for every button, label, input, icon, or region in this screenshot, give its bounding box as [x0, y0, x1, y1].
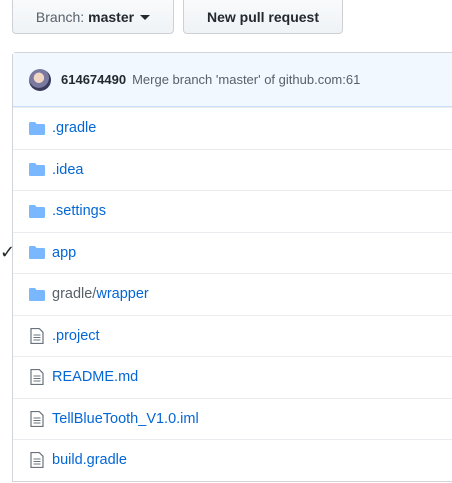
- file-text-icon: [30, 327, 44, 344]
- file-link[interactable]: build.gradle: [52, 452, 127, 468]
- checkmark-icon: ✓: [0, 242, 16, 263]
- commit-message[interactable]: Merge branch 'master' of github.com:61: [132, 72, 360, 87]
- file-row: TellBlueTooth_V1.0.iml: [13, 397, 452, 440]
- file-text-icon: [30, 369, 44, 386]
- file-link[interactable]: .idea: [52, 162, 83, 178]
- file-list: 614674490 Merge branch 'master' of githu…: [12, 52, 452, 482]
- file-link[interactable]: TellBlueTooth_V1.0.iml: [52, 411, 199, 427]
- folder-icon: [29, 163, 45, 177]
- folder-icon: [29, 204, 45, 218]
- file-row: .project: [13, 314, 452, 357]
- file-link[interactable]: gradle/wrapper: [52, 286, 149, 302]
- latest-commit-bar: 614674490 Merge branch 'master' of githu…: [13, 53, 452, 107]
- path-prefix: gradle/: [52, 286, 97, 303]
- new-pull-request-button[interactable]: New pull request: [183, 0, 343, 34]
- file-text-icon: [30, 410, 44, 427]
- file-row: .idea: [13, 148, 452, 191]
- file-row: .settings: [13, 190, 452, 232]
- file-link[interactable]: .settings: [52, 203, 106, 219]
- file-link[interactable]: README.md: [52, 369, 138, 385]
- file-row: gradle/wrapper: [13, 273, 452, 315]
- branch-label-prefix: Branch:: [35, 9, 85, 25]
- file-link[interactable]: .gradle: [52, 120, 96, 136]
- branch-name: master: [88, 9, 135, 25]
- file-link[interactable]: app: [52, 245, 76, 261]
- file-row: README.md: [13, 356, 452, 398]
- branch-select-button[interactable]: Branch: master: [12, 0, 174, 34]
- file-text-icon: [30, 452, 44, 469]
- folder-icon: [29, 121, 45, 135]
- avatar[interactable]: [29, 68, 51, 91]
- folder-icon: [29, 246, 45, 260]
- caret-down-icon: [140, 14, 151, 20]
- file-row: app: [13, 231, 452, 274]
- folder-icon: [29, 287, 45, 301]
- commit-author[interactable]: 614674490: [61, 72, 126, 87]
- path-leaf: wrapper: [96, 286, 149, 303]
- file-row: build.gradle: [13, 439, 452, 481]
- file-row: .gradle: [13, 107, 452, 149]
- file-link[interactable]: .project: [52, 328, 100, 344]
